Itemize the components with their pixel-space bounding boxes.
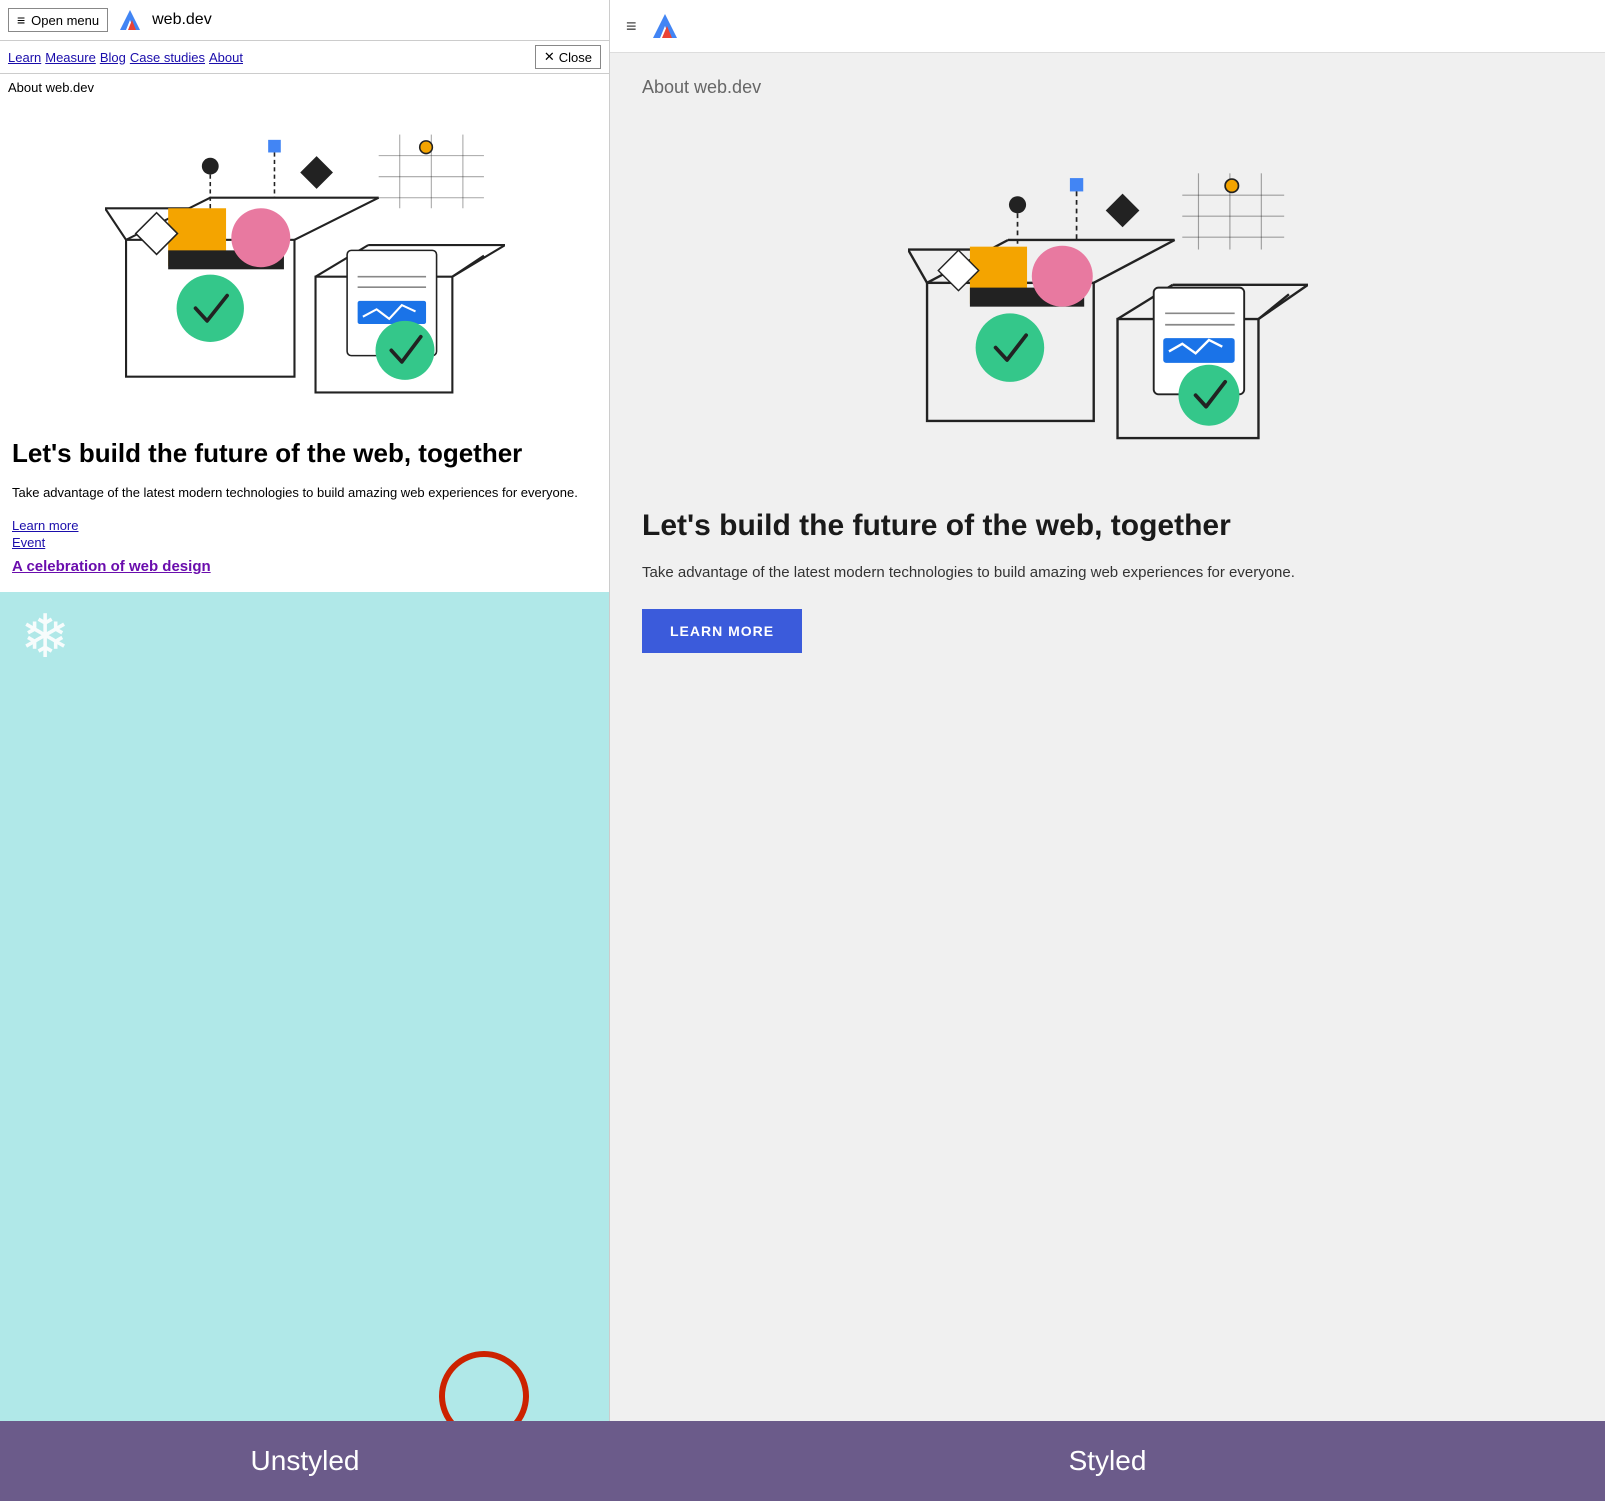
styled-label-text: Styled xyxy=(1069,1445,1147,1477)
bottom-preview-unstyled: ❄ xyxy=(0,592,609,1421)
unstyled-header: ≡ Open menu web.dev xyxy=(0,0,609,41)
celebration-link-container: A celebration of web design xyxy=(0,554,609,592)
nav-measure[interactable]: Measure xyxy=(45,50,96,65)
hero-desc-styled: Take advantage of the latest modern tech… xyxy=(642,561,1573,585)
nav-blog[interactable]: Blog xyxy=(100,50,126,65)
open-menu-label: Open menu xyxy=(31,13,99,28)
page-label-unstyled: About web.dev xyxy=(0,74,609,101)
site-title-unstyled: web.dev xyxy=(152,11,212,29)
close-icon: ✕ xyxy=(544,49,555,65)
styled-panel: ≡ About web.dev xyxy=(610,0,1605,1421)
styled-content: About web.dev xyxy=(610,53,1605,1421)
unstyled-label-text: Unstyled xyxy=(251,1445,360,1477)
hero-heading-unstyled: Let's build the future of the web, toget… xyxy=(0,421,609,479)
webdev-logo-styled xyxy=(649,10,681,42)
labels-row: Unstyled Styled xyxy=(0,1421,1605,1501)
nav-about[interactable]: About xyxy=(209,50,243,65)
webdev-logo-unstyled xyxy=(116,6,144,34)
styled-header: ≡ xyxy=(610,0,1605,53)
learn-more-link[interactable]: Learn more xyxy=(12,518,597,533)
close-button[interactable]: ✕ Close xyxy=(535,45,601,69)
unstyled-label: Unstyled xyxy=(0,1421,610,1501)
celebration-link[interactable]: A celebration of web design xyxy=(12,558,211,575)
page-label-styled: About web.dev xyxy=(642,77,1573,98)
snowflake-icon: ❄ xyxy=(20,602,70,672)
styled-label: Styled xyxy=(610,1421,1605,1501)
hero-desc-unstyled: Take advantage of the latest modern tech… xyxy=(0,479,609,515)
open-menu-button[interactable]: ≡ Open menu xyxy=(8,8,108,32)
learn-more-button[interactable]: LEARN MORE xyxy=(642,609,802,653)
styled-hamburger-icon[interactable]: ≡ xyxy=(626,16,637,37)
hero-illustration-unstyled xyxy=(0,101,609,421)
red-circle-decoration xyxy=(439,1351,529,1421)
hero-heading-styled: Let's build the future of the web, toget… xyxy=(642,506,1573,545)
nav-learn[interactable]: Learn xyxy=(8,50,41,65)
event-link[interactable]: Event xyxy=(12,535,597,550)
close-label: Close xyxy=(559,50,592,65)
unstyled-panel: ≡ Open menu web.dev Learn Measure Blog C… xyxy=(0,0,610,1421)
hamburger-icon: ≡ xyxy=(17,12,25,28)
nav-case-studies[interactable]: Case studies xyxy=(130,50,205,65)
nav-bar-unstyled: Learn Measure Blog Case studies About ✕ … xyxy=(0,41,609,74)
hero-illustration-styled xyxy=(642,122,1573,482)
links-unstyled: Learn more Event xyxy=(0,514,609,554)
